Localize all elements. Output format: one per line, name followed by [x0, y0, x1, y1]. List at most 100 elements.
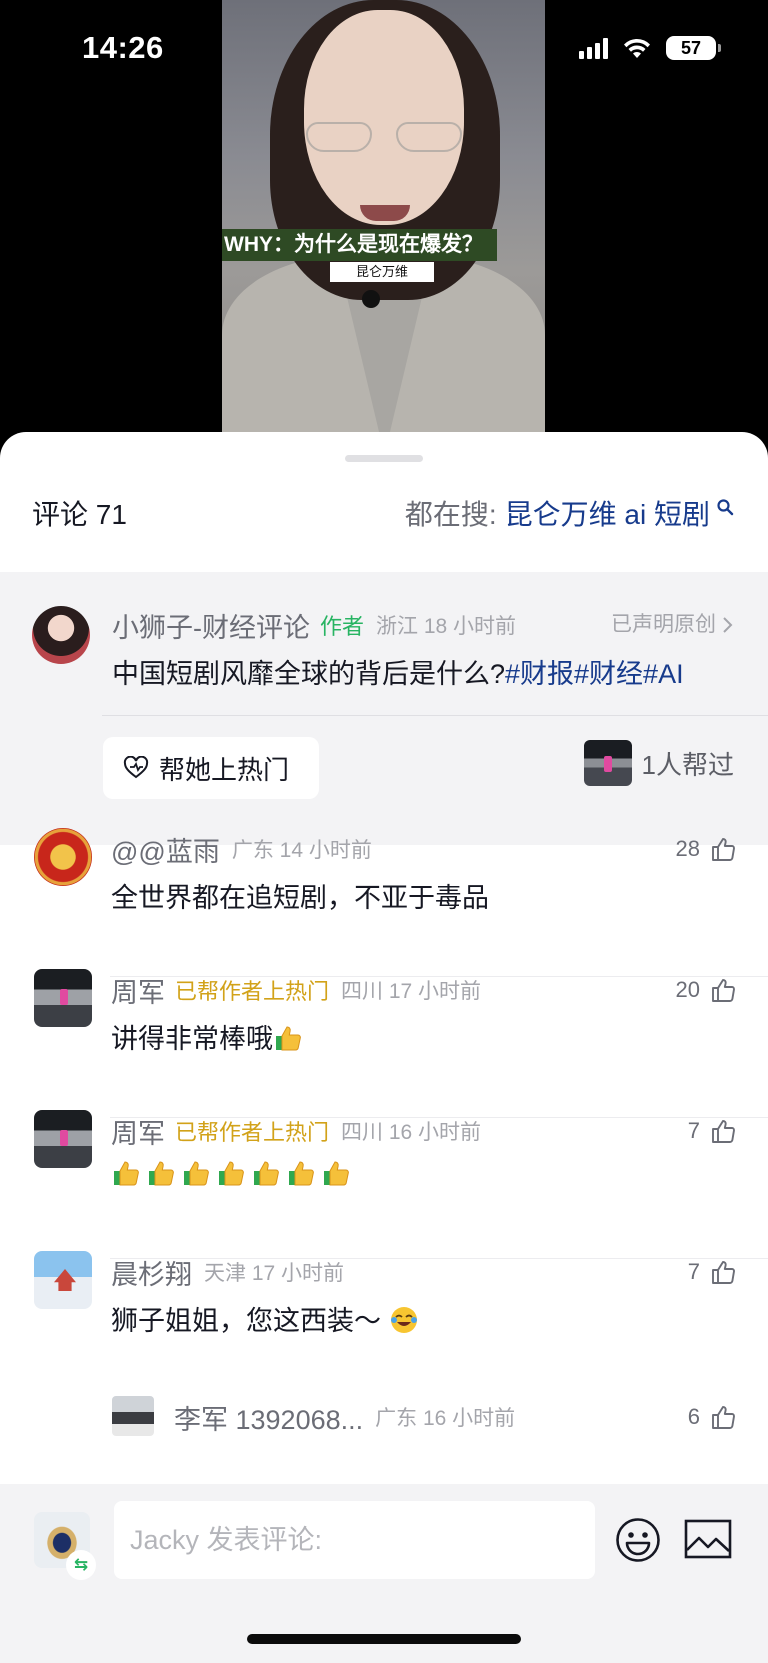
author-username[interactable]: 小狮子-财经评论 [112, 606, 310, 645]
home-indicator [247, 1634, 521, 1644]
comment-text [111, 1158, 356, 1190]
comment-input[interactable] [114, 1501, 595, 1579]
author-post-hashtags[interactable]: #财报#财经#AI [505, 659, 684, 689]
video-caption-main: WHY：为什么是现在爆发？ [222, 229, 497, 261]
comment-text-body: 讲得非常棒哦 [111, 1024, 273, 1054]
thumbs-up-emoji-icon [273, 1024, 308, 1054]
comment-item: 晨杉翔 天津 17 小时前 7 狮子姐姐，您这西装～ [0, 1251, 768, 1400]
commenter-avatar[interactable] [34, 828, 92, 886]
video-glasses [304, 122, 464, 158]
commenter-username[interactable]: 晨杉翔 [111, 1253, 192, 1292]
reply-item: 李军 1392068... 广东 16 小时前 6 [112, 1396, 736, 1436]
author-post: 小狮子-财经评论 作者 浙江 18 小时前 已声明原创 中国短剧风靡全球的背后是… [0, 572, 768, 845]
chevron-right-icon [723, 617, 733, 633]
reply-meta-row: 李军 1392068... 广东 16 小时前 6 [174, 1398, 736, 1436]
status-time: 14:26 [82, 30, 164, 65]
comment-meta-row: @@蓝雨 广东 14 小时前 28 [111, 830, 736, 868]
comment-location-time: 四川 16 小时前 [341, 1121, 482, 1144]
original-declaration-link[interactable]: 已声明原创 [611, 606, 734, 644]
comment-meta-row: 周军 已帮作者上热门 四川 17 小时前 20 [111, 971, 736, 1009]
thumbs-up-icon [712, 838, 735, 861]
like-button[interactable]: 7 [688, 1253, 736, 1291]
comment-item: 周军 已帮作者上热门 四川 16 小时前 7 [0, 1110, 768, 1259]
like-count: 7 [687, 1118, 700, 1143]
author-meta-row: 小狮子-财经评论 作者 浙江 18 小时前 已声明原创 [112, 606, 734, 644]
comment-meta-row: 晨杉翔 天津 17 小时前 7 [111, 1253, 736, 1291]
like-count: 7 [687, 1259, 700, 1284]
thumbs-up-emoji-icon [146, 1159, 181, 1189]
commenter-username[interactable]: 周军 [111, 1112, 165, 1151]
like-button[interactable]: 6 [688, 1398, 736, 1436]
cellular-signal-icon [579, 37, 608, 59]
helped-count[interactable]: 1人帮过 [583, 740, 734, 786]
thumbs-up-emoji-row [273, 1024, 308, 1054]
like-count: 6 [687, 1404, 700, 1429]
thumbs-up-emoji-icon [321, 1159, 356, 1189]
comment-text: 狮子姐姐，您这西装～ [111, 1299, 424, 1338]
video-mic [362, 290, 380, 308]
heart-icon [123, 756, 149, 779]
original-label: 已声明原创 [611, 613, 716, 636]
boost-to-trending-button[interactable]: 帮她上热门 [103, 737, 319, 799]
switch-account-icon[interactable]: ⇆ [66, 1550, 96, 1580]
video-face [304, 10, 464, 225]
comment-meta-row: 周军 已帮作者上热门 四川 16 小时前 7 [111, 1112, 736, 1150]
thumbs-up-emoji-icon [111, 1159, 146, 1189]
battery-icon: 57 [666, 36, 721, 60]
comment-item: @@蓝雨 广东 14 小时前 28 全世界都在追短剧，不亚于毒品 [0, 828, 768, 977]
helped-count-label: 1人帮过 [641, 749, 734, 780]
commenter-avatar[interactable] [34, 1110, 92, 1168]
comment-location-time: 四川 17 小时前 [341, 980, 482, 1003]
thumbs-up-icon [712, 1261, 735, 1284]
comment-text: 讲得非常棒哦 [111, 1017, 308, 1056]
helped-author-badge: 已帮作者上热门 [175, 979, 330, 1004]
video-player[interactable]: WHY：为什么是现在爆发？ 昆仑万维 14:26 57 [0, 0, 768, 450]
image-icon[interactable] [684, 1519, 732, 1559]
like-button[interactable]: 28 [676, 830, 736, 868]
author-post-text-plain: 中国短剧风靡全球的背后是什么? [112, 659, 506, 689]
like-count: 20 [675, 977, 700, 1002]
like-button[interactable]: 20 [676, 971, 736, 1009]
like-button[interactable]: 7 [688, 1112, 736, 1150]
thumbs-up-emoji-icon [286, 1159, 321, 1189]
thumbs-up-emoji-row [111, 1159, 356, 1189]
emoji-icon[interactable] [615, 1517, 661, 1563]
commenter-avatar[interactable] [34, 1251, 92, 1309]
helped-author-badge: 已帮作者上热门 [175, 1120, 330, 1145]
search-hint-prefix: 都在搜: [404, 499, 497, 530]
thumbs-up-emoji-icon [181, 1159, 216, 1189]
commenter-avatar[interactable] [34, 969, 92, 1027]
comment-text-body: 狮子姐姐，您这西装～ [111, 1306, 381, 1336]
comment-text: 全世界都在追短剧，不亚于毒品 [111, 876, 489, 915]
author-location-time: 浙江 18 小时前 [376, 615, 517, 638]
sheet-grabber-handle[interactable] [345, 455, 423, 462]
comments-header: 评论 71 都在搜: 昆仑万维 ai 短剧 [0, 490, 768, 540]
helper-avatar [583, 740, 632, 786]
author-badge: 作者 [320, 614, 365, 639]
thumbs-up-icon [712, 979, 735, 1002]
video-frame[interactable] [222, 0, 545, 450]
like-count: 28 [675, 836, 700, 861]
reply-username[interactable]: 李军 1392068... [174, 1398, 363, 1437]
video-caption-sub: 昆仑万维 [330, 262, 434, 282]
author-avatar[interactable] [32, 606, 90, 664]
thumbs-up-emoji-icon [251, 1159, 286, 1189]
boost-button-label: 帮她上热门 [159, 754, 290, 785]
laughing-tears-emoji-icon [390, 1307, 417, 1333]
comment-location-time: 广东 14 小时前 [231, 839, 372, 862]
thumbs-up-emoji-icon [216, 1159, 251, 1189]
wifi-icon [624, 38, 650, 58]
thumbs-up-icon [712, 1406, 735, 1429]
search-icon [717, 499, 734, 516]
comment-text-body: 全世界都在追短剧，不亚于毒品 [111, 883, 489, 913]
author-divider [102, 715, 768, 716]
comments-sheet: 评论 71 都在搜: 昆仑万维 ai 短剧 小狮子-财经评论 作者 浙江 18 … [0, 432, 768, 1663]
reply-location-time: 广东 16 小时前 [375, 1407, 516, 1430]
comment-item: 周军 已帮作者上热门 四川 17 小时前 20 讲得非常棒哦 [0, 969, 768, 1118]
search-hint-term[interactable]: 昆仑万维 ai 短剧 [505, 490, 710, 540]
commenter-username[interactable]: 周军 [111, 971, 165, 1010]
commenter-username[interactable]: @@蓝雨 [111, 830, 220, 869]
reply-avatar[interactable] [112, 1396, 154, 1436]
trending-search-link[interactable]: 都在搜: 昆仑万维 ai 短剧 [405, 490, 734, 540]
comment-input-bar: ⇆ [0, 1484, 768, 1663]
